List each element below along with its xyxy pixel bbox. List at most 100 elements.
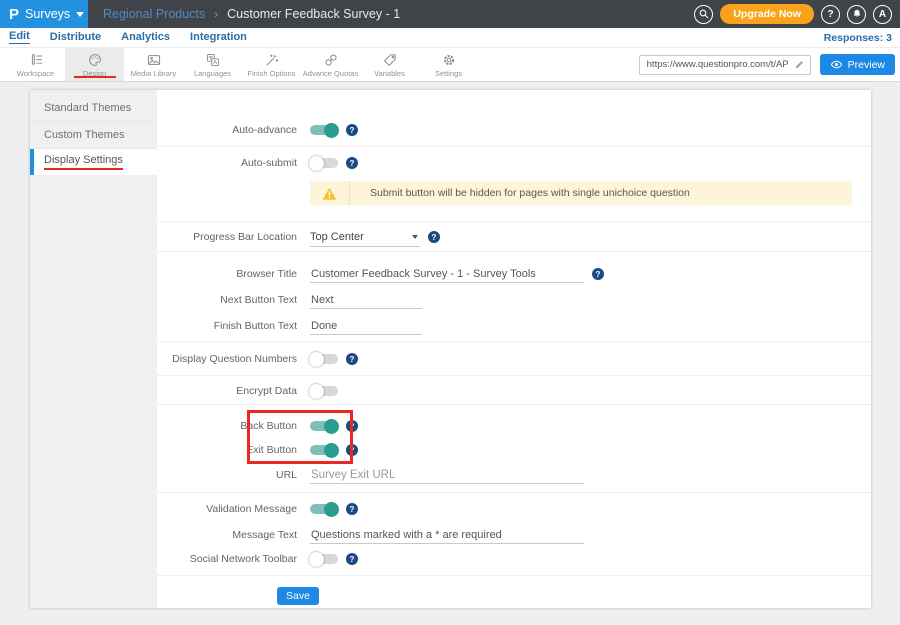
next-button-text-label: Next Button Text: [157, 294, 297, 306]
sidebar-item-display-settings[interactable]: Display Settings: [30, 149, 157, 175]
nav-tab-integration[interactable]: Integration: [190, 32, 247, 43]
breadcrumb: Regional Products › Customer Feedback Su…: [103, 7, 400, 21]
progress-bar-location-select[interactable]: Top Center: [310, 228, 420, 247]
section-divider: [157, 492, 871, 493]
help-icon[interactable]: ?: [428, 231, 440, 243]
section-divider: [157, 341, 871, 342]
variables-icon: [382, 52, 398, 68]
display-question-numbers-toggle[interactable]: [310, 354, 338, 364]
sidebar-item-custom-themes[interactable]: Custom Themes: [30, 122, 157, 149]
responses-count[interactable]: Responses: 3: [824, 32, 900, 44]
display-question-numbers-label: Display Question Numbers: [157, 353, 297, 365]
toolbar-tab-label: Advance Quotas: [303, 69, 358, 78]
help-button[interactable]: ?: [821, 5, 840, 24]
toolbar-tab-label: Languages: [194, 69, 231, 78]
auto-submit-warning: Submit button will be hidden for pages w…: [310, 181, 852, 205]
display-settings-form: Auto-advance ? Auto-submit ? Submit butt…: [157, 90, 871, 608]
notifications-button[interactable]: [847, 5, 866, 24]
save-button[interactable]: Save: [277, 587, 319, 605]
section-divider: [157, 251, 871, 252]
validation-message-toggle[interactable]: [310, 504, 338, 514]
toolbar-tab-media-library[interactable]: Media Library: [124, 48, 183, 81]
toolbar-tab-languages[interactable]: A Languages: [183, 48, 242, 81]
toolbar-tab-variables[interactable]: Variables: [360, 48, 419, 81]
advance-quotas-icon: [323, 52, 339, 68]
toolbar-tab-settings[interactable]: Settings: [419, 48, 478, 81]
exit-url-label: URL: [157, 469, 297, 481]
help-icon[interactable]: ?: [346, 444, 358, 456]
setting-row-next-button-text: Next Button Text: [157, 290, 871, 310]
setting-row-message-text: Message Text: [157, 525, 871, 545]
encrypt-data-label: Encrypt Data: [157, 385, 297, 397]
back-button-toggle[interactable]: [310, 421, 338, 431]
message-text-label: Message Text: [157, 529, 297, 541]
sidebar-item-standard-themes[interactable]: Standard Themes: [30, 95, 157, 122]
preview-button[interactable]: Preview: [820, 54, 895, 75]
account-avatar[interactable]: A: [873, 5, 892, 24]
settings-icon: [441, 52, 457, 68]
design-icon: [87, 52, 103, 68]
search-button[interactable]: [694, 5, 713, 24]
browser-title-label: Browser Title: [157, 268, 297, 280]
next-button-text-input[interactable]: [310, 291, 422, 309]
help-icon[interactable]: ?: [346, 420, 358, 432]
help-icon[interactable]: ?: [346, 157, 358, 169]
breadcrumb-survey-title: Customer Feedback Survey - 1: [227, 7, 400, 21]
nav-tab-analytics[interactable]: Analytics: [121, 32, 170, 43]
validation-message-label: Validation Message: [157, 503, 297, 515]
help-icon[interactable]: ?: [346, 353, 358, 365]
surveys-menu-label: Surveys: [25, 7, 70, 21]
auto-advance-label: Auto-advance: [157, 124, 297, 136]
finish-options-icon: [264, 52, 280, 68]
search-icon: [698, 8, 710, 20]
design-panel: Standard Themes Custom Themes Display Se…: [30, 90, 871, 608]
survey-url-input[interactable]: [645, 58, 790, 71]
setting-row-auto-submit: Auto-submit ?: [157, 153, 871, 173]
edit-toolbar: Workspace Design Media Library A Languag…: [0, 48, 900, 82]
auto-advance-toggle[interactable]: [310, 125, 338, 135]
help-icon[interactable]: ?: [592, 268, 604, 280]
auto-submit-toggle[interactable]: [310, 158, 338, 168]
social-network-toolbar-toggle[interactable]: [310, 554, 338, 564]
setting-row-exit-url: URL: [157, 465, 871, 485]
finish-button-text-label: Finish Button Text: [157, 320, 297, 332]
question-icon: ?: [827, 9, 833, 20]
breadcrumb-folder[interactable]: Regional Products: [103, 7, 205, 21]
toolbar-tab-label: Settings: [435, 69, 462, 78]
setting-row-back-button: Back Button ?: [157, 416, 871, 436]
setting-row-encrypt-data: Encrypt Data: [157, 381, 871, 401]
setting-row-auto-advance: Auto-advance ?: [157, 120, 871, 140]
toolbar-tab-finish-options[interactable]: Finish Options: [242, 48, 301, 81]
survey-nav: Edit Distribute Analytics Integration Re…: [0, 28, 900, 48]
top-bar: P Surveys Regional Products › Customer F…: [0, 0, 900, 28]
message-text-input[interactable]: [310, 526, 584, 544]
help-icon[interactable]: ?: [346, 553, 358, 565]
toolbar-tab-label: Media Library: [131, 69, 176, 78]
eye-icon: [830, 59, 843, 70]
surveys-menu[interactable]: P Surveys: [0, 0, 88, 28]
exit-url-input[interactable]: [310, 466, 584, 484]
edit-pencil-icon[interactable]: [794, 59, 805, 70]
toolbar-tab-design[interactable]: Design: [65, 48, 124, 81]
exit-button-toggle[interactable]: [310, 445, 338, 455]
chevron-down-icon: [412, 235, 418, 239]
languages-icon: A: [205, 52, 221, 68]
setting-row-browser-title: Browser Title ?: [157, 264, 871, 284]
help-icon[interactable]: ?: [346, 503, 358, 515]
finish-button-text-input[interactable]: [310, 317, 422, 335]
toolbar-tab-label: Workspace: [17, 69, 54, 78]
chevron-down-icon: [76, 12, 84, 17]
encrypt-data-toggle[interactable]: [310, 386, 338, 396]
toolbar-tab-advance-quotas[interactable]: Advance Quotas: [301, 48, 360, 81]
svg-text:A: A: [213, 60, 217, 66]
help-icon[interactable]: ?: [346, 124, 358, 136]
setting-row-display-question-numbers: Display Question Numbers ?: [157, 349, 871, 369]
breadcrumb-separator: ›: [214, 7, 218, 21]
browser-title-input[interactable]: [310, 265, 584, 283]
nav-tab-distribute[interactable]: Distribute: [50, 32, 101, 43]
toolbar-tab-workspace[interactable]: Workspace: [6, 48, 65, 81]
upgrade-now-button[interactable]: Upgrade Now: [720, 4, 814, 24]
section-divider: [157, 375, 871, 376]
questionpro-logo-icon: P: [9, 7, 19, 22]
nav-tab-edit[interactable]: Edit: [9, 31, 30, 44]
